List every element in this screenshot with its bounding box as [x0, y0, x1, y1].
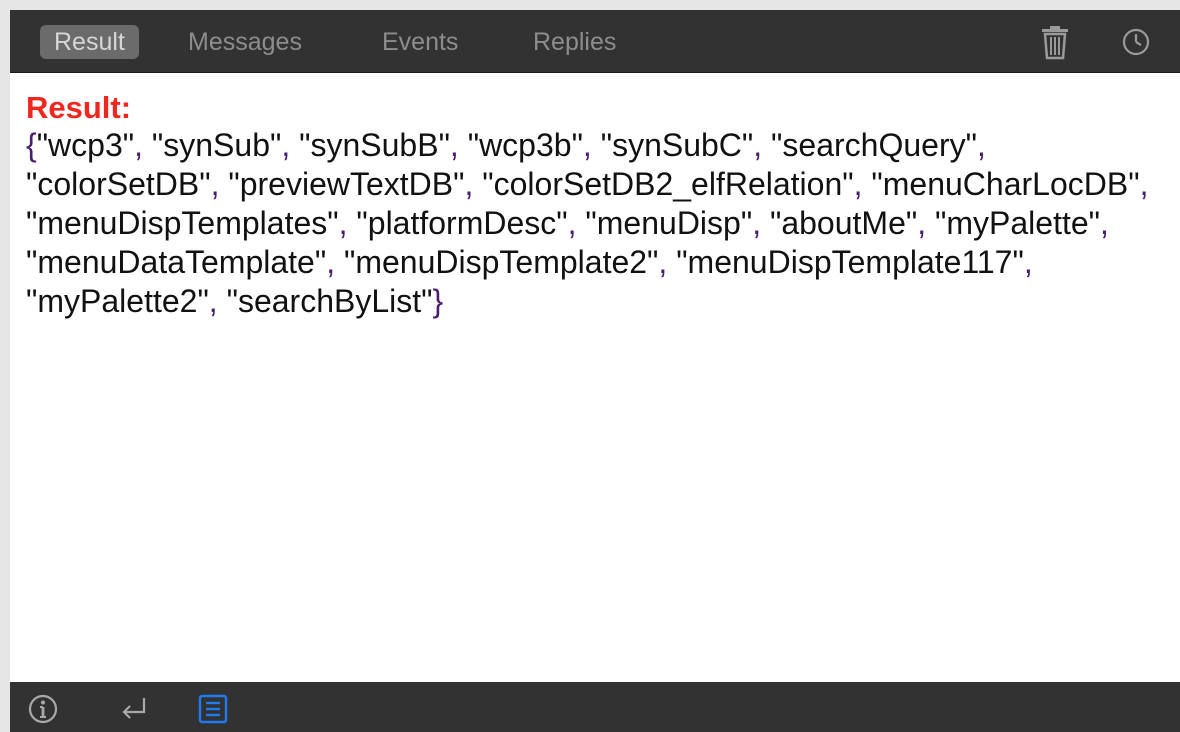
result-item: "menuDisp": [585, 205, 753, 241]
result-item: "menuDataTemplate": [26, 244, 327, 280]
comma: ,: [208, 283, 218, 319]
tab-replies[interactable]: Replies: [533, 25, 616, 59]
info-icon[interactable]: [26, 692, 60, 726]
list-icon[interactable]: [196, 692, 230, 726]
comma: ,: [753, 127, 763, 163]
comma: ,: [1139, 166, 1149, 202]
comma: ,: [464, 166, 474, 202]
result-item: "searchQuery": [771, 127, 977, 163]
result-item: "wcp3b": [467, 127, 583, 163]
result-item: "colorSetDB2_elfRelation": [482, 166, 854, 202]
open-brace: {: [26, 127, 37, 163]
comma: ,: [210, 166, 220, 202]
result-item: "colorSetDB": [26, 166, 211, 202]
result-item: "synSubC": [600, 127, 754, 163]
comma: ,: [326, 244, 336, 280]
result-item: "aboutMe": [769, 205, 918, 241]
result-value: {"wcp3", "synSub", "synSubB", "wcp3b", "…: [26, 126, 1171, 321]
result-item: "myPalette2": [26, 283, 209, 319]
result-item: "menuDispTemplates": [26, 205, 339, 241]
result-item: "synSubB": [299, 127, 450, 163]
comma: ,: [1100, 205, 1109, 241]
comma: ,: [658, 244, 668, 280]
statusbar: [10, 682, 1180, 732]
script-result-window: Result Messages Events Replies Result: {…: [10, 10, 1180, 732]
result-item: "wcp3": [36, 127, 135, 163]
tab-result[interactable]: Result: [40, 25, 139, 59]
comma: ,: [449, 127, 459, 163]
comma: ,: [1023, 244, 1033, 280]
result-item: "platformDesc": [356, 205, 568, 241]
result-item: "myPalette": [935, 205, 1100, 241]
tab-events[interactable]: Events: [382, 25, 458, 59]
close-brace: }: [432, 283, 444, 319]
comma: ,: [917, 205, 927, 241]
result-pane: Result: {"wcp3", "synSub", "synSubB", "w…: [26, 88, 1171, 321]
clock-icon[interactable]: [1117, 23, 1155, 61]
result-item: "previewTextDB": [228, 166, 465, 202]
comma: ,: [752, 205, 762, 241]
trash-icon[interactable]: [1036, 23, 1074, 61]
result-item: "searchByList": [226, 283, 433, 319]
comma: ,: [338, 205, 348, 241]
result-item: "menuCharLocDB": [871, 166, 1140, 202]
result-item: "synSub": [151, 127, 282, 163]
comma: ,: [976, 127, 986, 163]
return-icon[interactable]: [116, 692, 150, 726]
result-item: "menuDispTemplate117": [676, 244, 1024, 280]
result-item: "menuDispTemplate2": [343, 244, 659, 280]
tab-messages[interactable]: Messages: [188, 25, 302, 59]
comma: ,: [582, 127, 592, 163]
comma: ,: [134, 127, 143, 163]
comma: ,: [853, 166, 863, 202]
result-label: Result:: [26, 90, 132, 125]
toolbar: Result Messages Events Replies: [10, 10, 1180, 73]
comma: ,: [281, 127, 291, 163]
comma: ,: [567, 205, 577, 241]
